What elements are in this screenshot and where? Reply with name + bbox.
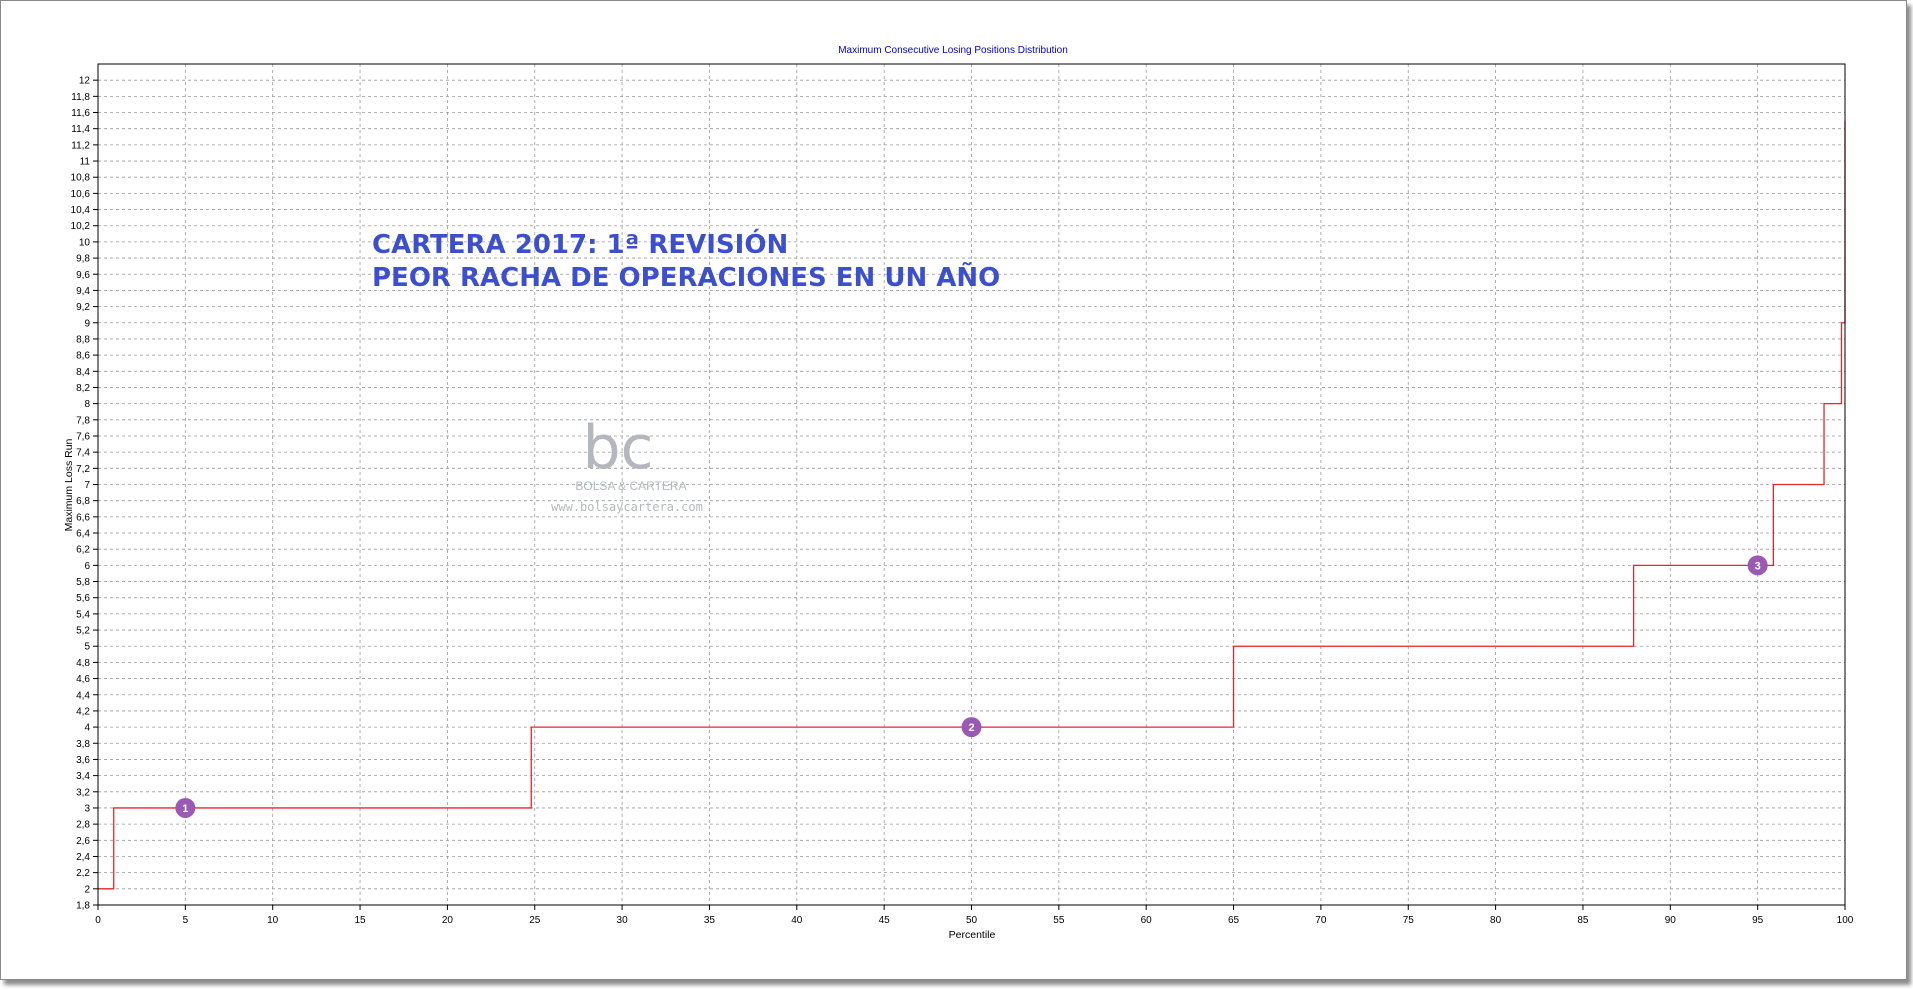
y-tick-label: 9,2 (76, 302, 90, 313)
annotation-badge: 1 (175, 797, 196, 818)
x-axis-ticks: 0 5 10 15 20 25 30 35 40 45 50 55 60 65 70 75 80 85 90 95 10… (95, 905, 1854, 926)
y-tick-label: 3,6 (76, 755, 90, 766)
y-tick-label: 9,4 (76, 286, 90, 297)
y-tick-label: 7,2 (76, 464, 90, 475)
x-tick-label: 0 (95, 915, 101, 926)
y-tick-label: 7,4 (76, 448, 90, 459)
y-tick-label: 1,8 (76, 901, 90, 912)
y-tick-label: 4,6 (76, 674, 90, 685)
y-tick-label: 11,6 (71, 108, 90, 119)
y-tick-label: 3 (84, 803, 90, 814)
y-tick-label: 2,8 (76, 820, 90, 831)
x-tick-label: 40 (791, 915, 803, 926)
x-tick-label: 85 (1577, 915, 1589, 926)
y-tick-label: 4,2 (76, 706, 90, 717)
y-tick-label: 5,8 (76, 577, 90, 588)
y-tick-label: 8,4 (76, 367, 90, 378)
x-tick-label: 55 (1053, 915, 1065, 926)
y-tick-label: 11,8 (71, 92, 90, 103)
y-tick-label: 5,6 (76, 593, 90, 604)
y-tick-label: 5,4 (76, 609, 90, 620)
y-tick-label: 12 (79, 76, 91, 87)
x-tick-label: 15 (354, 915, 366, 926)
y-tick-label: 6,2 (76, 545, 90, 556)
y-tick-label: 10,4 (71, 205, 91, 216)
y-tick-label: 10,6 (71, 189, 91, 200)
y-tick-label: 3,8 (76, 739, 90, 750)
annotation-label: 3 (1755, 560, 1761, 572)
overlay-line-2: PEOR RACHA DE OPERACIONES EN UN AÑO (372, 261, 1000, 293)
watermark-logo: bc (582, 413, 653, 483)
x-tick-label: 45 (879, 915, 891, 926)
y-tick-label: 8,6 (76, 351, 90, 362)
y-tick-label: 6,4 (76, 529, 90, 540)
y-tick-label: 10,2 (71, 221, 91, 232)
x-tick-label: 10 (267, 915, 279, 926)
y-tick-label: 2,6 (76, 836, 90, 847)
annotation-badge: 2 (961, 717, 982, 738)
y-tick-label: 2,2 (76, 868, 90, 879)
x-tick-label: 5 (183, 915, 189, 926)
x-tick-label: 60 (1141, 915, 1153, 926)
x-axis-label: Percentile (949, 929, 996, 941)
x-tick-label: 80 (1490, 915, 1502, 926)
y-tick-label: 3,2 (76, 787, 90, 798)
y-tick-label: 2,4 (76, 852, 90, 863)
x-tick-label: 70 (1315, 915, 1327, 926)
y-tick-label: 8,2 (76, 383, 90, 394)
watermark-url: www.bolsaycartera.com (551, 500, 703, 514)
y-tick-label: 3,4 (76, 771, 90, 782)
x-tick-label: 35 (704, 915, 716, 926)
y-tick-label: 4 (84, 723, 90, 734)
grid-lines (98, 64, 1845, 905)
annotation-label: 1 (182, 803, 188, 815)
y-tick-label: 7 (84, 480, 90, 491)
chart-title: Maximum Consecutive Losing Positions Dis… (838, 45, 1068, 56)
y-tick-label: 7,8 (76, 415, 90, 426)
x-tick-label: 30 (617, 915, 629, 926)
x-tick-label: 100 (1837, 915, 1854, 926)
x-tick-label: 25 (529, 915, 541, 926)
x-tick-label: 90 (1665, 915, 1677, 926)
x-tick-label: 50 (966, 915, 978, 926)
x-tick-label: 20 (442, 915, 454, 926)
y-tick-label: 8,8 (76, 334, 90, 345)
y-tick-label: 9,8 (76, 254, 90, 265)
y-tick-label: 11 (80, 157, 91, 168)
y-tick-label: 6 (84, 561, 90, 572)
y-tick-label: 9,6 (76, 270, 90, 281)
x-tick-label: 95 (1752, 915, 1764, 926)
y-tick-label: 11,4 (71, 124, 90, 135)
chart-window: Maximum Consecutive Losing Positions Dis… (0, 0, 1907, 980)
y-tick-label: 4,8 (76, 658, 90, 669)
x-tick-label: 65 (1228, 915, 1240, 926)
chart-canvas: Maximum Consecutive Losing Positions Dis… (63, 45, 1854, 941)
overlay-line-1: CARTERA 2017: 1ª REVISIÓN (372, 228, 788, 260)
y-tick-label: 5,2 (76, 626, 90, 637)
y-tick-label: 9 (84, 318, 90, 329)
y-tick-label: 7,6 (76, 431, 90, 442)
y-tick-label: 4,4 (76, 690, 90, 701)
y-tick-label: 8 (84, 399, 90, 410)
y-tick-label: 10,8 (71, 173, 91, 184)
y-tick-label: 10 (79, 237, 91, 248)
watermark-name: BOLSA & CARTERA (575, 479, 686, 493)
y-tick-label: 6,8 (76, 496, 90, 507)
y-axis-label: Maximum Loss Run (63, 438, 75, 531)
annotation-label: 2 (968, 722, 974, 734)
y-tick-label: 5 (84, 642, 90, 653)
y-tick-label: 11,2 (71, 140, 90, 151)
y-tick-label: 6,6 (76, 512, 90, 523)
annotation-badge: 3 (1747, 555, 1768, 576)
y-tick-label: 2 (84, 884, 90, 895)
x-tick-label: 75 (1403, 915, 1415, 926)
